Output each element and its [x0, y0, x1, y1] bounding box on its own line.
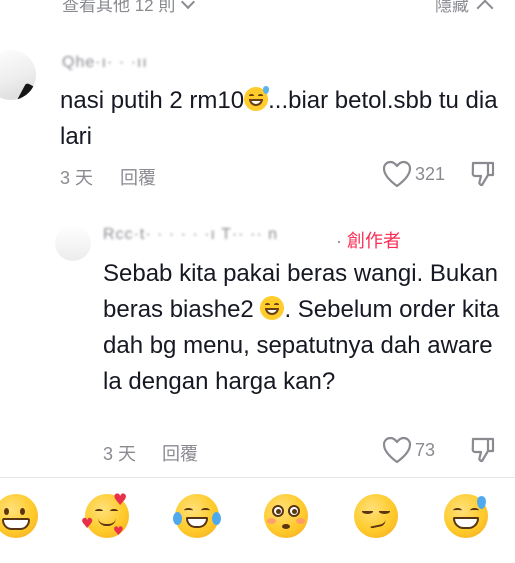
view-more-replies-button[interactable]: 查看其他 12 則 [62, 0, 196, 16]
creator-badge: · 創作者 [336, 231, 401, 251]
hide-label: 隱藏 [435, 0, 469, 15]
replies-toggle-row: 查看其他 12 則 隱藏 [0, 0, 515, 17]
like-count: 321 [415, 163, 446, 184]
chevron-down-icon [181, 0, 196, 10]
face-with-tears-of-joy-icon[interactable] [173, 494, 221, 538]
creator-label: 創作者 [347, 231, 401, 251]
comment-text: nasi putih 2 rm10 ...biar betol.sbb tu di… [60, 83, 500, 155]
username-blurred[interactable]: Qhe·ı· · ·ıı [62, 54, 148, 72]
reply-button[interactable]: 回覆 [162, 440, 198, 466]
like-button[interactable]: 73 [382, 436, 435, 464]
chevron-up-icon [476, 0, 494, 17]
reply-button[interactable]: 回覆 [120, 164, 156, 190]
grinning-sweat-face-icon[interactable] [444, 494, 488, 538]
comment-text: Sebab kita pakai beras wangi. Bukan bera… [103, 256, 503, 400]
grinning-sweat-face-icon [244, 86, 270, 111]
quick-emoji-bar: ♥ ♥ ♥ [0, 490, 515, 542]
comments-panel: 查看其他 12 則 隱藏 Qhe·ı· · ·ıı nasi putih 2 r… [0, 0, 515, 563]
flushed-face-icon[interactable] [264, 494, 308, 538]
smirking-face-icon[interactable] [354, 494, 398, 538]
comment-date: 3 天 [60, 168, 94, 188]
view-more-label: 查看其他 12 則 [62, 0, 176, 15]
avatar[interactable] [55, 225, 91, 261]
grinning-face-icon[interactable] [0, 494, 38, 538]
thumbs-down-icon[interactable] [470, 160, 496, 188]
heart-icon [382, 436, 412, 464]
hide-replies-button[interactable]: 隱藏 [435, 0, 494, 17]
comment-text-part: nasi putih 2 rm10 [60, 87, 245, 114]
username-blurred[interactable]: Rcc·t· · · · · ·ı T·· ·· n [103, 226, 278, 244]
thumbs-down-icon[interactable] [470, 436, 496, 464]
comment-date: 3 天 [103, 444, 137, 464]
grinning-face-icon [260, 296, 285, 320]
avatar[interactable] [0, 50, 36, 100]
smiling-face-with-hearts-icon[interactable]: ♥ ♥ ♥ [81, 490, 129, 538]
divider [0, 477, 515, 478]
like-button[interactable]: 321 [382, 160, 445, 188]
heart-icon [382, 160, 412, 188]
like-count: 73 [415, 439, 436, 460]
